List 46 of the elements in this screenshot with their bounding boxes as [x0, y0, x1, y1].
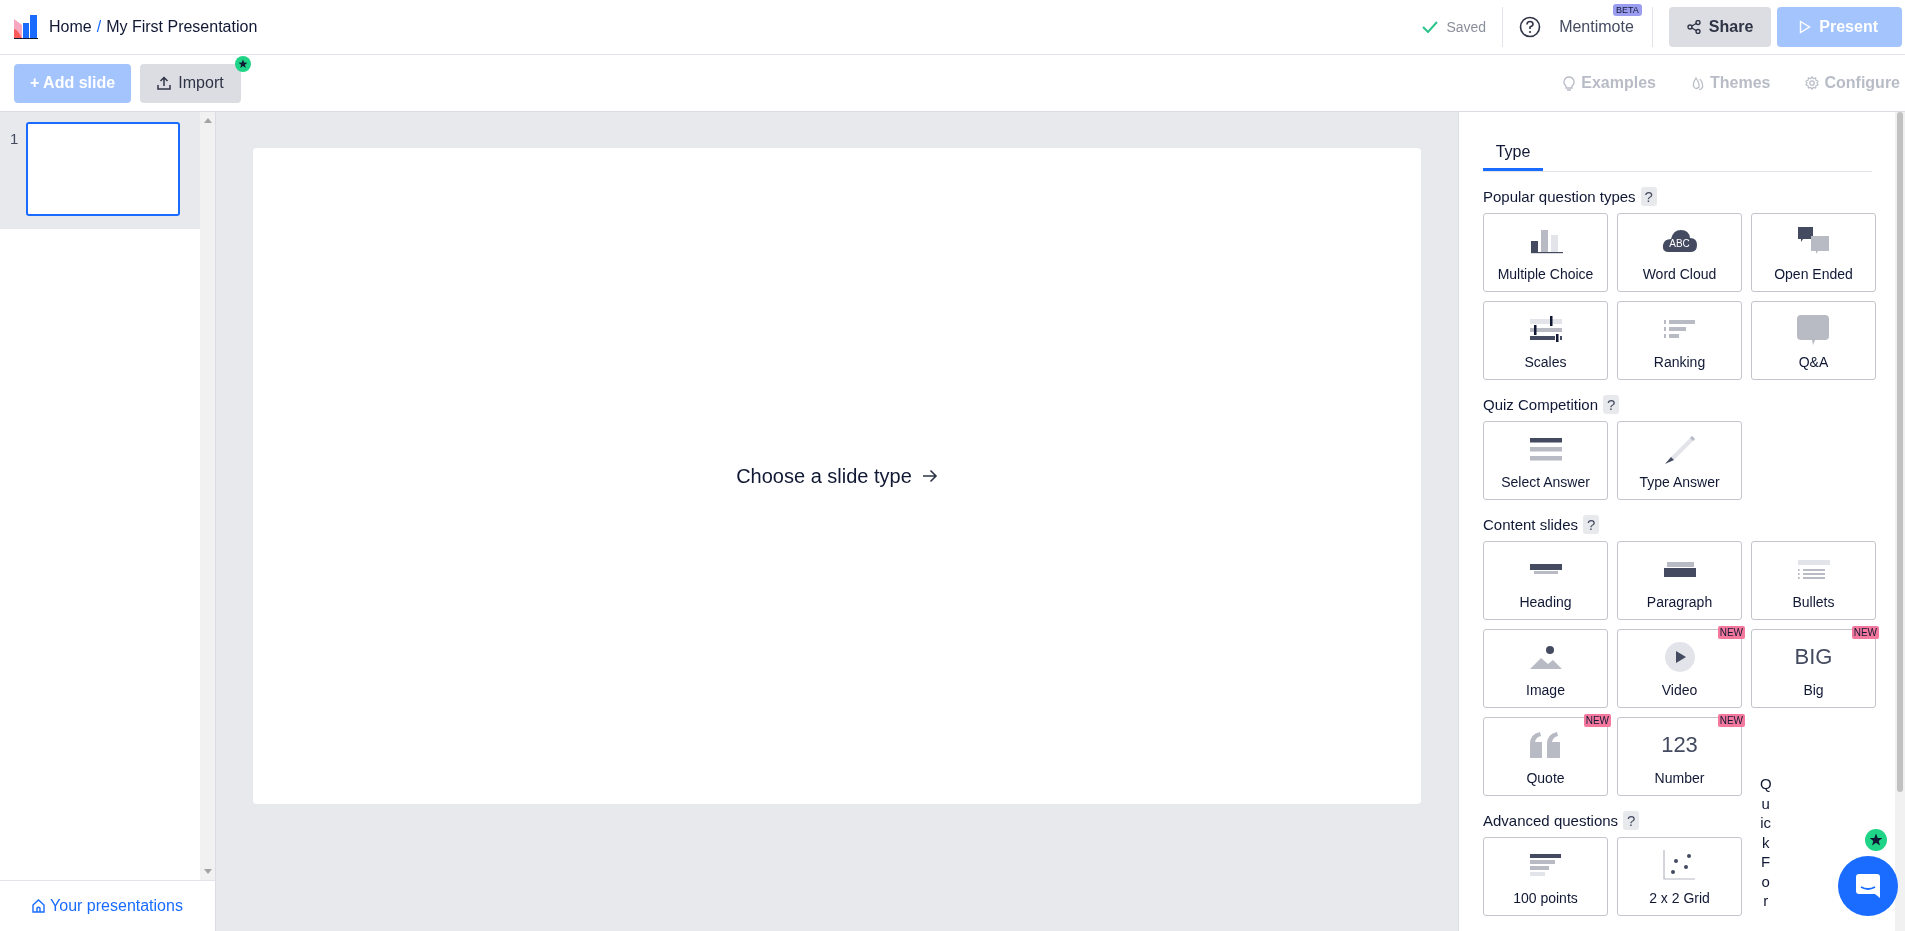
icon-label: ABC: [1669, 239, 1690, 249]
section-title: Content slides: [1483, 516, 1579, 533]
tile-glyph: BIG: [1794, 644, 1833, 670]
slide-type-tile[interactable]: BIG Big NEW: [1751, 629, 1876, 708]
slide-type-tile[interactable]: 100 points: [1483, 837, 1608, 916]
help-button[interactable]: ?: [1623, 811, 1640, 830]
slide-type-tile[interactable]: Select Answer: [1483, 421, 1608, 500]
slide-type-tile[interactable]: Paragraph: [1617, 541, 1742, 620]
slide-type-tile[interactable]: ABC Word Cloud: [1617, 213, 1742, 292]
breadcrumb-link[interactable]: My First Presentation: [106, 18, 258, 36]
save-status: Saved: [1446, 19, 1487, 35]
help-button[interactable]: ?: [1603, 395, 1620, 414]
help-button[interactable]: ?: [1583, 515, 1600, 534]
new-badge: NEW: [1717, 626, 1745, 639]
slide-type-tile[interactable]: Ranking: [1617, 301, 1742, 380]
tile-glyph: 123: [1661, 732, 1698, 758]
help-button[interactable]: ?: [1640, 187, 1657, 206]
new-badge: NEW: [1851, 626, 1879, 639]
slide-type-tile[interactable]: Image: [1483, 629, 1608, 708]
breadcrumb-link[interactable]: Home: [49, 18, 92, 36]
beta-badge: BETA: [1613, 4, 1642, 16]
breadcrumb-separator: /: [96, 18, 102, 36]
new-badge: NEW: [1717, 714, 1745, 727]
slide-number: 1: [10, 129, 19, 147]
slide-type-tile[interactable]: Open Ended: [1751, 213, 1876, 292]
slide-type-tile[interactable]: Bullets: [1751, 541, 1876, 620]
slide-type-tile[interactable]: Type Answer: [1617, 421, 1742, 500]
share-button[interactable]: Share: [1668, 7, 1772, 47]
slide-type-tile[interactable]: Video NEW: [1617, 629, 1742, 708]
slide-type-tile[interactable]: Heading: [1483, 541, 1608, 620]
slide-type-tile[interactable]: Scales: [1483, 301, 1608, 380]
section-title: Quiz Competition: [1483, 396, 1599, 413]
choose-slide-type-prompt[interactable]: Choose a slide type: [736, 464, 938, 488]
section-title: Advanced questions: [1483, 812, 1619, 829]
slide-row[interactable]: 1: [0, 112, 200, 229]
your-presentations-link[interactable]: Your presentations: [0, 880, 215, 931]
import-button[interactable]: Import: [140, 63, 241, 103]
slide-type-tile[interactable]: Q&A: [1751, 301, 1876, 380]
slide-type-tile[interactable]: 123 Number NEW: [1617, 717, 1742, 796]
tab[interactable]: Type: [1483, 143, 1543, 171]
slide-type-tile[interactable]: Quote NEW: [1483, 717, 1608, 796]
mentimote-link[interactable]: Mentimote: [1559, 18, 1634, 35]
slide-type-tile[interactable]: 2 x 2 Grid: [1617, 837, 1742, 916]
new-badge: NEW: [1583, 714, 1611, 727]
slide-type-tile[interactable]: Multiple Choice: [1483, 213, 1608, 292]
section-title: Popular question types: [1483, 188, 1636, 205]
